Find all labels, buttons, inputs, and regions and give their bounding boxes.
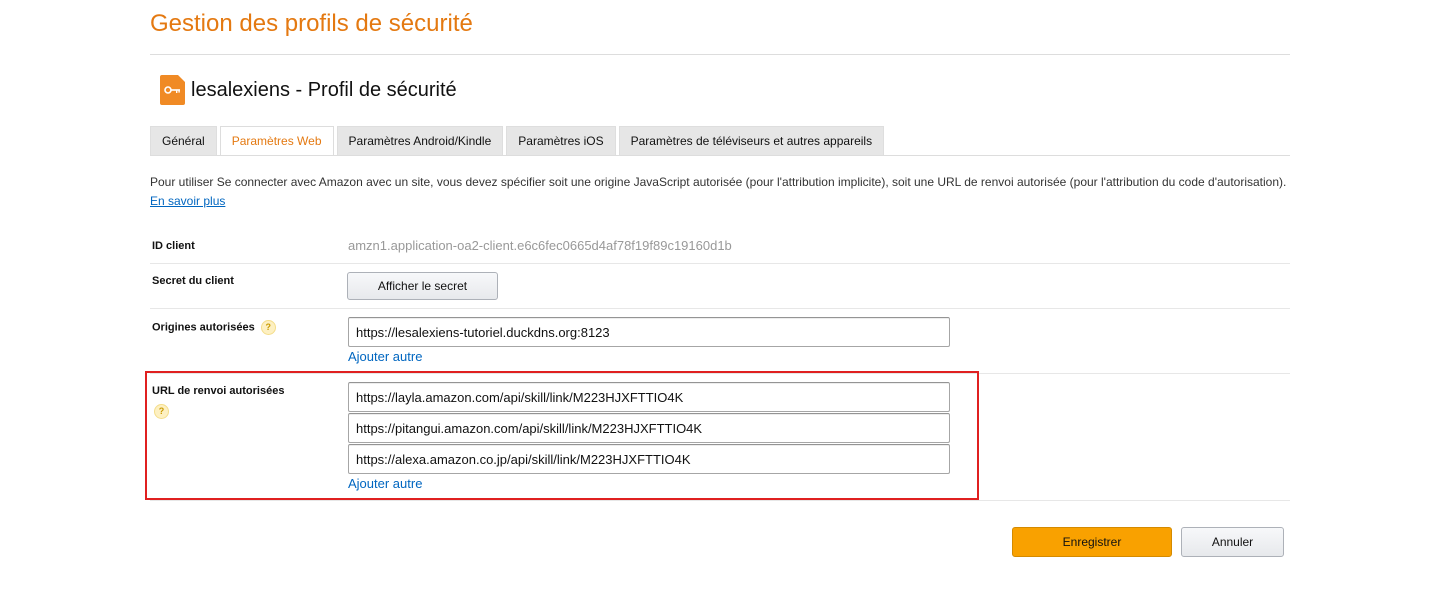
client-id-label: ID client — [152, 240, 195, 252]
row-divider — [150, 500, 1290, 501]
profile-title: lesalexiens - Profil de sécurité — [191, 78, 457, 101]
tab-general[interactable]: Général — [150, 126, 217, 155]
allowed-origins-label-text: Origines autorisées — [152, 321, 255, 334]
allowed-origins-label: Origines autorisées? — [152, 320, 276, 335]
divider — [150, 54, 1290, 55]
tab-tv-devices-settings[interactable]: Paramètres de téléviseurs et autres appa… — [618, 126, 885, 155]
tabs-divider — [150, 155, 1290, 156]
page-title: Gestion des profils de sécurité — [150, 10, 473, 37]
row-divider — [150, 308, 1290, 309]
tab-ios-settings[interactable]: Paramètres iOS — [506, 126, 616, 155]
add-origin-link[interactable]: Ajouter autre — [348, 349, 422, 364]
client-secret-label: Secret du client — [152, 275, 234, 287]
profile-header: lesalexiens - Profil de sécurité — [160, 75, 457, 105]
learn-more-link[interactable]: En savoir plus — [150, 194, 225, 208]
cancel-button[interactable]: Annuler — [1181, 527, 1284, 557]
allowed-origin-input[interactable] — [348, 317, 950, 347]
tab-android-kindle-settings[interactable]: Paramètres Android/Kindle — [336, 126, 504, 155]
help-icon[interactable]: ? — [260, 320, 276, 335]
highlight-box — [145, 371, 979, 500]
intro-text: Pour utiliser Se connecter avec Amazon a… — [150, 175, 1287, 189]
show-secret-button[interactable]: Afficher le secret — [347, 272, 498, 300]
client-id-value: amzn1.application-oa2-client.e6c6fec0665… — [348, 238, 732, 253]
key-icon — [160, 75, 185, 105]
save-button[interactable]: Enregistrer — [1012, 527, 1172, 557]
tab-web-settings[interactable]: Paramètres Web — [219, 126, 334, 156]
intro-paragraph: Pour utiliser Se connecter avec Amazon a… — [150, 173, 1290, 211]
settings-tabs: Général Paramètres Web Paramètres Androi… — [150, 126, 887, 156]
row-divider — [150, 263, 1290, 264]
